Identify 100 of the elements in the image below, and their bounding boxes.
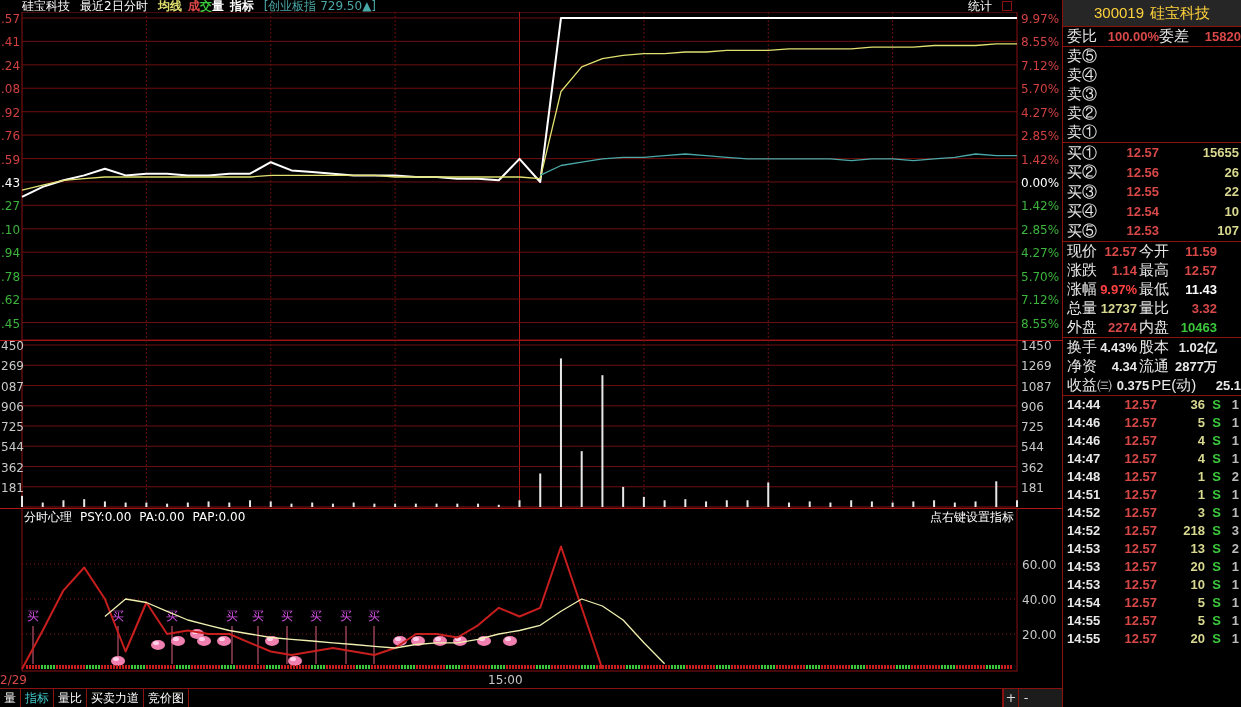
axis-label: 1269 (1021, 359, 1052, 374)
field-label: 总量 (1067, 298, 1097, 319)
trade-time: 14:52 (1067, 522, 1102, 541)
legend-label: 均线 (157, 0, 182, 12)
bid-volume: 22 (1223, 183, 1239, 202)
trade-time: 14:53 (1067, 540, 1102, 559)
indicator-title: 分时心理 PSY:0.00 PA:0.00 PAP:0.00 (24, 510, 246, 524)
axis-label: 725 (1, 420, 24, 434)
trade-count: 1 (1230, 630, 1239, 649)
trade-volume: 3 (1196, 504, 1205, 523)
trade-side: S (1211, 504, 1221, 523)
axis-label: 906 (1, 399, 24, 414)
trade-side: S (1211, 612, 1221, 631)
trade-count: 1 (1230, 576, 1239, 595)
level-label: 卖① (1067, 122, 1097, 143)
field-value: 15820 (1203, 27, 1241, 46)
trade-time: 14:54 (1067, 594, 1102, 613)
trade-volume: 5 (1196, 594, 1205, 613)
axis-label: 9.97% (1021, 12, 1060, 26)
bid-volume: 15655 (1201, 144, 1239, 163)
trade-price: 12.57 (1123, 540, 1157, 559)
legend-label: 交 (199, 0, 212, 12)
trade-price: 12.57 (1123, 414, 1157, 433)
field-value: 12.57 (1183, 261, 1217, 280)
axis-label: 450 (1, 340, 24, 354)
trade-price: 12.57 (1123, 450, 1157, 469)
field-value: 12737 (1099, 299, 1137, 318)
field-label: 最高 (1139, 260, 1169, 281)
trade-price: 12.57 (1123, 396, 1157, 415)
axis-label: 544 (1021, 440, 1044, 455)
bid-volume: 10 (1223, 202, 1239, 221)
stock-name: 硅宝科技 (1150, 2, 1211, 23)
legend-label: 指标 (229, 0, 254, 12)
trade-count: 1 (1230, 432, 1239, 451)
axis-label: 0.00% (1021, 175, 1060, 190)
field-value: 25.1 (1214, 376, 1241, 395)
level-label: 买④ (1067, 201, 1097, 222)
axis-label: .27 (1, 199, 21, 214)
trade-time: 14:46 (1067, 414, 1102, 433)
field-label: 委差 (1159, 26, 1189, 47)
indicator-hint: 点右键设置指标 (930, 510, 1014, 524)
trade-price: 12.57 (1123, 486, 1157, 505)
level-label: 卖③ (1067, 84, 1097, 105)
field-value: 1.02亿 (1177, 338, 1217, 357)
bid-volume: 26 (1223, 163, 1239, 182)
legend-label: 量 (211, 0, 224, 12)
axis-label: .41 (1, 35, 21, 50)
axis-label: 60.00 (1022, 558, 1057, 572)
field-label: 今开 (1139, 241, 1169, 262)
field-value: 4.34 (1110, 357, 1137, 376)
field-label: 外盘 (1067, 317, 1097, 338)
axis-label: 1.42% (1021, 152, 1060, 167)
trade-price: 12.57 (1123, 432, 1157, 451)
field-label: 现价 (1067, 241, 1097, 262)
trade-count: 2 (1230, 540, 1239, 559)
stock-code: 300019 (1093, 2, 1145, 23)
axis-label: 1087 (1021, 379, 1052, 394)
trade-volume: 218 (1182, 522, 1205, 541)
field-value: 11.59 (1184, 242, 1217, 261)
trade-side: S (1211, 450, 1221, 469)
axis-label: 725 (1021, 420, 1044, 434)
level-label: 卖④ (1067, 65, 1097, 86)
trade-volume: 20 (1189, 630, 1205, 649)
axis-label: 20.00 (1022, 628, 1057, 642)
axis-label: 7.12% (1021, 58, 1060, 73)
axis-label: 906 (1021, 399, 1044, 414)
trade-side: S (1211, 432, 1221, 451)
trade-volume: 13 (1189, 540, 1205, 559)
field-value: 2274 (1107, 318, 1137, 337)
field-label: 涨幅 (1067, 279, 1097, 300)
bid-price: 12.54 (1125, 202, 1159, 221)
field-label: 最低 (1139, 279, 1169, 300)
axis-label: 5.70% (1021, 82, 1060, 97)
trade-time: 14:47 (1067, 450, 1102, 469)
index-quote: [创业板指 729.50▲] (263, 0, 377, 12)
legend-label: 成 (187, 0, 200, 12)
bid-volume: 107 (1216, 222, 1239, 241)
field-label: 量比 (1139, 298, 1169, 319)
field-value: 12.57 (1103, 242, 1137, 261)
axis-label: .59 (1, 152, 21, 167)
trade-time: 14:48 (1067, 468, 1102, 487)
axis-label: .92 (1, 105, 21, 120)
trade-side: S (1211, 414, 1221, 433)
trade-price: 12.57 (1123, 522, 1157, 541)
axis-label: .43 (1, 175, 21, 190)
trade-side: S (1211, 630, 1221, 649)
level-label: 买② (1067, 162, 1097, 183)
axis-label: 181 (1, 480, 24, 495)
axis-label: 15:00 (488, 673, 523, 687)
trade-count: 3 (1230, 522, 1239, 541)
field-label: 流通 (1139, 356, 1169, 377)
axis-label: .45 (1, 316, 21, 331)
trade-time: 14:55 (1067, 630, 1102, 649)
axis-label: 362 (1021, 460, 1044, 475)
stock-name: 硅宝科技 (22, 0, 70, 12)
field-label: 净资 (1067, 356, 1097, 377)
field-value: 3.32 (1190, 299, 1217, 318)
trade-count: 2 (1230, 468, 1239, 487)
trade-side: S (1211, 594, 1221, 613)
axis-label: 1450 (1021, 340, 1052, 354)
